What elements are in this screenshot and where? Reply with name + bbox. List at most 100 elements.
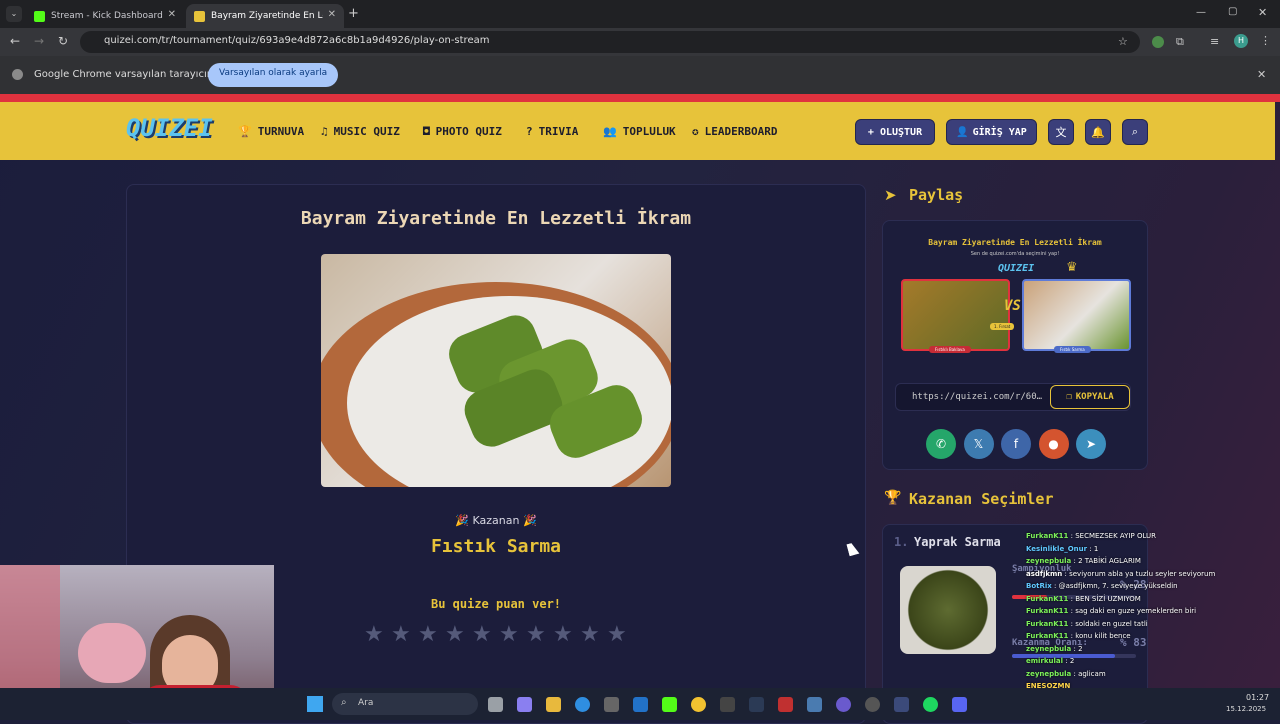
rating-star[interactable]: ★ [391,622,411,647]
spotify-icon[interactable] [923,697,938,712]
chat-text: @asdfjkmn, 7. seviyeye yükseldin [1058,582,1178,590]
whatsapp-share-button[interactable]: ✆ [926,429,956,459]
tab-label: Stream - Kick Dashboard [51,11,163,21]
kick-app-icon[interactable] [662,697,677,712]
quiz-title: Bayram Ziyaretinde En Lezzetli İkram [300,208,692,229]
close-infobar-icon[interactable]: ✕ [1257,68,1266,81]
language-button[interactable]: 文 [1048,119,1074,145]
chat-message: BotRix : @asdfjkmn, 7. seviyeye yükseldi… [1026,582,1266,595]
tab-search-button[interactable]: ⌄ [6,6,22,22]
nav-trivia[interactable]: ? TRIVIA [526,125,578,138]
store-icon[interactable] [604,697,619,712]
app-icon[interactable] [778,697,793,712]
notifications-button[interactable]: 🔔 [1085,119,1111,145]
edge-icon[interactable] [575,697,590,712]
close-tab-icon[interactable]: ✕ [328,9,336,20]
rating-star[interactable]: ★ [607,622,627,647]
app-icon[interactable] [807,697,822,712]
chat-username: FurkanK11 [1026,607,1069,615]
search-button[interactable]: ⌕ [1122,119,1148,145]
discord-icon[interactable] [952,697,967,712]
app-icon[interactable] [836,697,851,712]
epic-games-icon[interactable] [720,697,735,712]
profile-avatar[interactable]: H [1234,34,1248,48]
media-icon[interactable]: ≡ [1210,35,1219,48]
menu-icon[interactable]: ⋮ [1260,34,1271,47]
bookmark-star-icon[interactable]: ☆ [1118,35,1128,48]
maximize-button[interactable]: ▢ [1228,6,1237,17]
winner-name: Fıstık Sarma [430,536,562,557]
copilot-icon[interactable] [517,697,532,712]
copy-button[interactable]: ❐ KOPYALA [1050,385,1130,409]
chat-separator: : [1087,544,1094,553]
reddit-share-button[interactable]: ● [1038,429,1069,459]
chat-text: aglicam [1078,669,1106,678]
winner-label: 🎉 Kazanan 🎉 [455,514,537,527]
login-label: GİRİŞ YAP [972,126,1027,138]
nav-photo-quiz[interactable]: ◘ PHOTO QUIZ [423,125,502,138]
extension-icon[interactable] [1152,36,1164,48]
rating-star[interactable]: ★ [526,622,546,647]
rating-star[interactable]: ★ [553,622,573,647]
close-tab-icon[interactable]: ✕ [168,9,176,20]
chrome-taskbar-icon[interactable] [691,697,706,712]
task-view-icon[interactable] [488,697,503,712]
new-tab-button[interactable]: + [348,6,359,21]
browser-tab-bar: ⌄ Stream - Kick Dashboard ✕ Bayram Ziyar… [0,0,1280,28]
app-icon[interactable] [894,697,909,712]
tab-kick-dashboard[interactable]: Stream - Kick Dashboard ✕ [26,4,184,28]
set-default-button[interactable]: Varsayılan olarak ayarla [208,63,339,87]
site-nav: QUIZEI 🏆 TURNUVA ♫ MUSIC QUIZ ◘ PHOTO QUIZ … [0,102,1275,160]
reload-icon[interactable]: ↻ [58,34,68,48]
puzzle-icon[interactable]: ⧉ [1176,35,1184,49]
chat-message: FurkanK11 : sag daki en guze yemeklerden… [1026,607,1266,620]
start-icon[interactable] [307,696,323,712]
kick-icon [34,10,45,22]
nav-music-quiz[interactable]: ♫ MUSIC QUIZ [321,125,400,138]
address-bar[interactable]: quizei.com/tr/tournament/quiz/693a9e4d87… [80,31,1140,53]
taskbar-search[interactable]: ⌕ Ara [332,693,478,715]
back-icon[interactable]: ← [10,34,20,48]
minimize-button[interactable]: — [1196,7,1206,18]
chat-message: FurkanK11 : konu kilit bence [1026,632,1266,645]
telegram-share-button[interactable]: ➤ [1076,429,1106,459]
tab-quiz[interactable]: Bayram Ziyaretinde En Lezzetli ✕ [186,4,344,28]
nav-label: TRIVIA [538,125,579,138]
nav-leaderboard[interactable]: ✪ LEADERBOARD [692,125,777,138]
chat-message: asdfjkmn : seviyorum abla ya tuzlu seyle… [1026,570,1266,583]
site-logo[interactable]: QUIZEI [126,114,213,142]
nav-topluluk[interactable]: 👥 TOPLULUK [603,125,676,138]
steam-icon[interactable] [749,697,764,712]
send-icon: ➤ [884,186,897,204]
outlook-icon[interactable] [633,697,648,712]
reddit-icon: ● [1048,437,1059,451]
rating-star[interactable]: ★ [445,622,465,647]
rating-star[interactable]: ★ [418,622,438,647]
browser-toolbar: ← → ↻ quizei.com/tr/tournament/quiz/693a… [0,28,1280,56]
share-link-text: https://quizei.com/r/60… [912,392,1043,402]
rating-star[interactable]: ★ [580,622,600,647]
obs-icon[interactable] [865,697,880,712]
chat-username: BotRix [1026,582,1052,590]
login-button[interactable]: 👤 GİRİŞ YAP [946,119,1037,145]
facebook-share-button[interactable]: f [1001,429,1031,459]
preview-vs: VS [1004,298,1021,314]
rating-star[interactable]: ★ [364,622,384,647]
trophy-icon: 🏆 [884,490,902,506]
search-icon: ⌕ [1131,125,1139,138]
create-button[interactable]: + OLUŞTUR [855,119,935,145]
preview-title: Bayram Ziyaretinde En Lezzetli İkram [928,238,1102,247]
nav-label: PHOTO QUIZ [435,125,502,138]
nav-turnuva[interactable]: 🏆 TURNUVA [238,125,304,138]
chat-username: FurkanK11 [1026,619,1069,628]
rating-star[interactable]: ★ [472,622,492,647]
translate-icon: 文 [1055,126,1067,139]
chrome-icon [12,69,23,80]
preview-subtitle: Sen de quizei.com'da seçimini yap! [970,251,1060,257]
close-window-button[interactable]: ✕ [1258,6,1267,19]
x-share-button[interactable]: 𝕏 [963,429,994,459]
rating-star[interactable]: ★ [499,622,519,647]
forward-icon[interactable]: → [34,34,44,48]
file-explorer-icon[interactable] [546,697,561,712]
chat-message: zeynepbula : aglicam [1026,670,1266,683]
